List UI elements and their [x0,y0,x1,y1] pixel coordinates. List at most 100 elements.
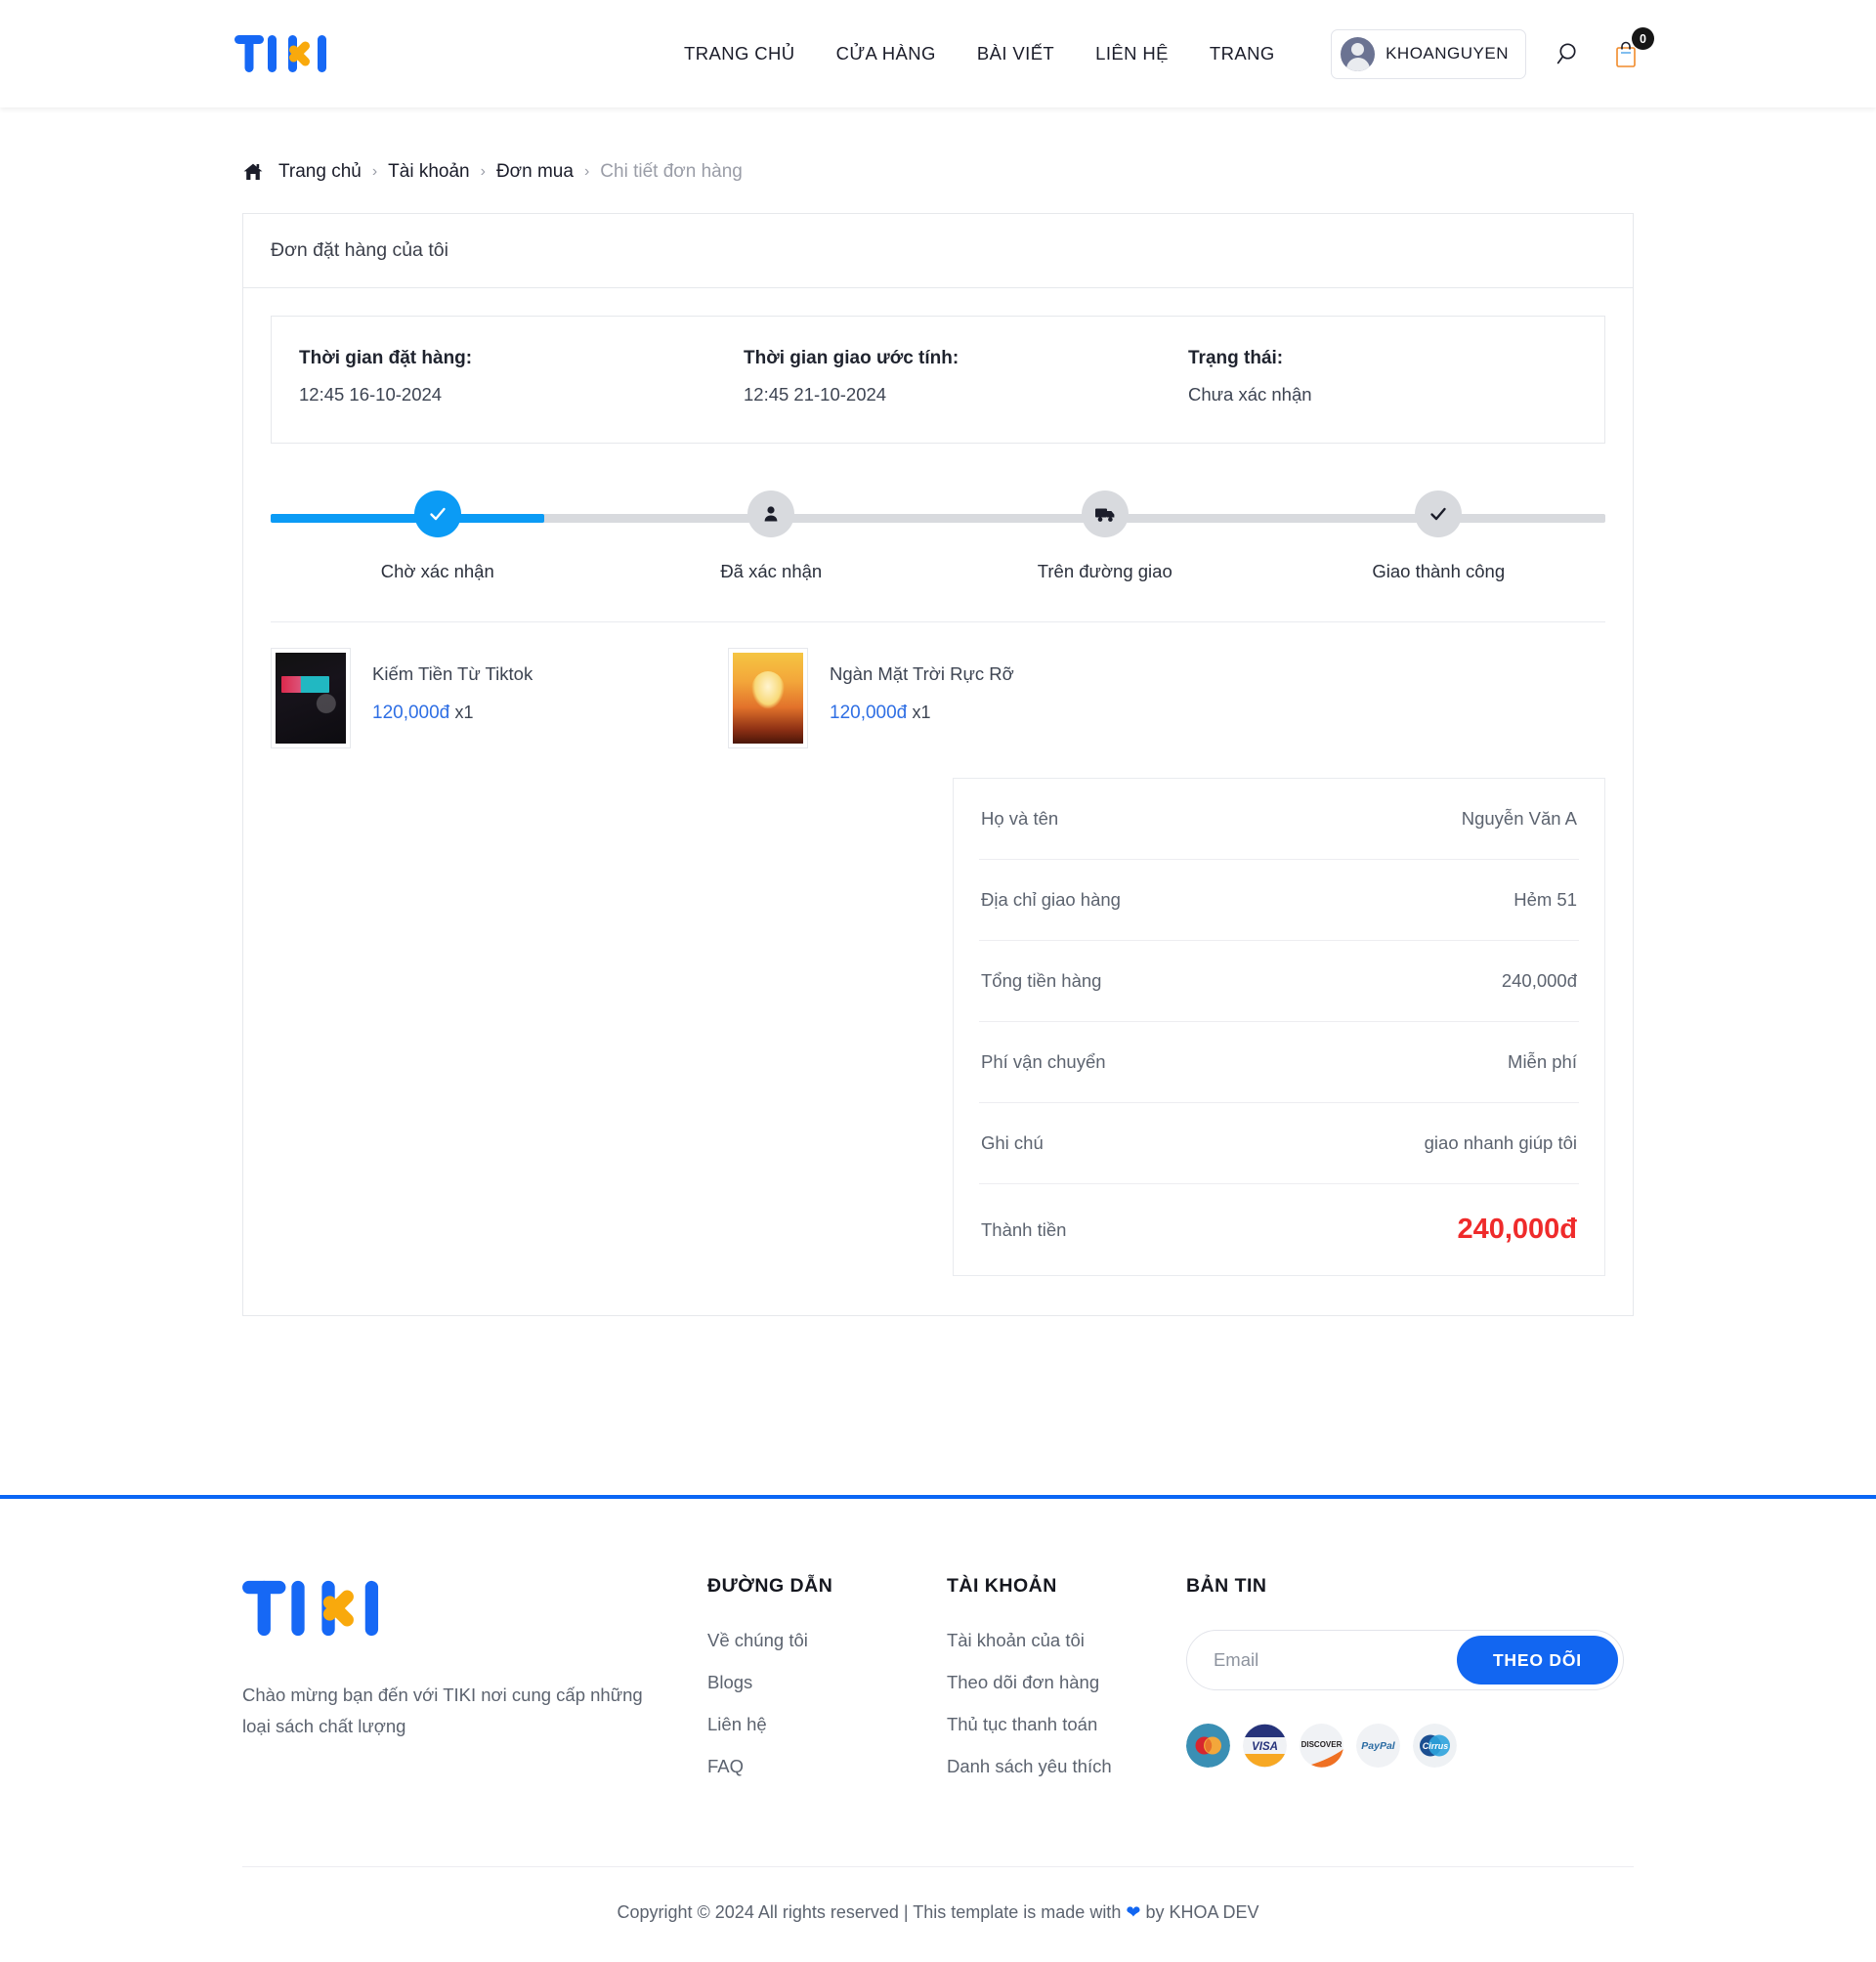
step-label: Chờ xác nhận [380,561,494,581]
footer-link-lien-he[interactable]: Liên hệ [707,1714,767,1734]
newsletter-subscribe-button[interactable]: THEO DÕI [1456,1636,1618,1685]
svg-text:VISA: VISA [1252,1741,1278,1753]
summary-label: Ghi chú [981,1132,1044,1153]
footer-brand-description: Chào mừng bạn đến với TIKI nơi cung cấp … [242,1685,643,1736]
step-cho-xac-nhan: Chờ xác nhận [271,490,605,582]
user-account-button[interactable]: KHOANGUYEN [1331,28,1526,79]
newsletter-email-input[interactable] [1191,1649,1457,1671]
summary-label: Phí vận chuyển [981,1051,1106,1072]
meta-value: 12:45 16-10-2024 [299,384,443,405]
order-item[interactable]: Kiếm Tiền Từ Tiktok 120,000đ x1 [271,648,728,748]
step-bullet [1415,490,1463,537]
product-quantity: x1 [912,703,931,722]
mastercard-icon [1185,1724,1230,1768]
order-meta-estimated-delivery: Thời gian giao ước tính: 12:45 21-10-202… [716,348,1161,405]
breadcrumb-item-tai-khoan[interactable]: Tài khoản [388,161,469,183]
breadcrumb-separator: › [480,163,486,180]
footer-link-theo-doi-don-hang[interactable]: Theo dõi đơn hàng [947,1672,1099,1692]
breadcrumb-separator: › [371,163,378,180]
footer-newsletter-title: BẢN TIN [1185,1575,1267,1597]
product-price: 120,000đ x1 [372,703,533,724]
order-summary-table: Họ và tên Nguyễn Văn A Địa chỉ giao hàng… [953,778,1605,1276]
footer-link-danh-sach-yeu-thich[interactable]: Danh sách yêu thích [947,1756,1112,1776]
step-bullet [1081,490,1129,537]
search-icon [1556,43,1576,64]
avatar [1341,36,1376,71]
cart-count-badge: 0 [1632,27,1654,50]
footer-logo[interactable] [242,1575,707,1646]
summary-label: Địa chỉ giao hàng [981,889,1121,910]
nav-item-trang[interactable]: TRANG [1210,43,1275,64]
nav-item-bai-viet[interactable]: BÀI VIẾT [977,43,1054,64]
cart-button[interactable]: 0 [1612,27,1654,69]
meta-label: Thời gian đặt hàng: [299,348,473,368]
order-card-title: Đơn đặt hàng của tôi [243,214,1633,288]
status-badge: Chưa xác nhận [1188,384,1312,405]
nav-item-lien-he[interactable]: LIÊN HỆ [1095,43,1169,64]
product-thumbnail [728,648,808,748]
order-item[interactable]: Ngàn Mặt Trời Rực Rỡ 120,000đ x1 [728,648,1185,748]
step-bullet [413,490,461,537]
summary-label: Tổng tiền hàng [981,970,1102,991]
footer-account-title: TÀI KHOẢN [946,1575,1057,1597]
cirrus-icon: Cirrus [1412,1724,1457,1768]
order-meta-status: Trạng thái: Chưa xác nhận [1161,348,1312,405]
order-items-list: Kiếm Tiền Từ Tiktok 120,000đ x1 Ngàn Mặt… [271,622,1605,748]
breadcrumb-separator: › [583,163,590,180]
order-progress-stepper: Chờ xác nhận Đã xác nhận Trên đường giao… [271,490,1605,622]
footer-links-title: ĐƯỜNG DẪN [707,1575,833,1597]
product-title: Kiếm Tiền Từ Tiktok [372,663,533,684]
product-price-value: 120,000đ [830,703,908,723]
order-meta-placed-time: Thời gian đặt hàng: 12:45 16-10-2024 [272,348,716,405]
footer-link-tai-khoan-cua-toi[interactable]: Tài khoản của tôi [947,1630,1085,1650]
person-icon [764,506,778,522]
step-tren-duong-giao: Trên đường giao [938,490,1272,582]
main-navigation: TRANG CHỦ CỬA HÀNG BÀI VIẾT LIÊN HỆ TRAN… [684,43,1275,64]
footer-links-column: ĐƯỜNG DẪN Về chúng tôi Blogs Liên hệ FAQ [707,1575,947,1798]
site-footer: Chào mừng bạn đến với TIKI nơi cung cấp … [0,1499,1876,1798]
nav-item-cua-hang[interactable]: CỬA HÀNG [836,43,936,64]
svg-text:Cirrus: Cirrus [1423,1741,1449,1751]
product-quantity: x1 [454,703,474,722]
check-icon [1430,507,1446,521]
product-thumbnail [271,648,351,748]
footer-link-blogs[interactable]: Blogs [707,1672,752,1692]
copyright-text: Copyright © 2024 All rights reserved | T… [617,1902,1122,1922]
svg-text:DISCOVER: DISCOVER [1301,1740,1343,1749]
footer-link-ve-chung-toi[interactable]: Về chúng tôi [707,1630,808,1650]
nav-item-trang-chu[interactable]: TRANG CHỦ [684,43,795,64]
breadcrumb-item-current: Chi tiết đơn hàng [600,161,743,182]
summary-value: Nguyễn Văn A [1461,808,1577,829]
user-name-label: KHOANGUYEN [1386,44,1509,63]
search-button[interactable] [1556,40,1583,67]
order-detail-card: Đơn đặt hàng của tôi Thời gian đặt hàng:… [242,213,1634,1316]
summary-value: Miễn phí [1508,1051,1577,1072]
breadcrumb: Trang chủ › Tài khoản › Đơn mua › Chi ti… [0,107,1876,183]
step-da-xac-nhan: Đã xác nhận [605,490,939,582]
site-logo[interactable] [234,31,332,76]
summary-label: Họ và tên [981,808,1059,829]
site-header: TRANG CHỦ CỬA HÀNG BÀI VIẾT LIÊN HỆ TRAN… [0,0,1876,107]
tiki-logo-icon [234,35,326,72]
footer-link-faq[interactable]: FAQ [707,1756,744,1776]
summary-row-note: Ghi chú giao nhanh giúp tôi [979,1103,1579,1184]
breadcrumb-item-don-mua[interactable]: Đơn mua [496,161,574,183]
summary-value: Hẻm 51 [1514,889,1577,910]
step-bullet [747,490,795,537]
footer-link-thu-tuc-thanh-toan[interactable]: Thủ tục thanh toán [947,1714,1097,1734]
summary-label: Thành tiền [981,1218,1067,1240]
summary-row-address: Địa chỉ giao hàng Hẻm 51 [979,860,1579,941]
step-label: Trên đường giao [1037,561,1172,581]
discover-icon: DISCOVER [1299,1724,1343,1768]
summary-row-name: Họ và tên Nguyễn Văn A [979,779,1579,860]
summary-value: 240,000đ [1501,970,1577,991]
summary-value: giao nhanh giúp tôi [1424,1132,1577,1153]
breadcrumb-item-trang-chu[interactable]: Trang chủ [278,161,362,183]
svg-text:PayPal: PayPal [1361,1740,1396,1752]
summary-total-value: 240,000đ [1457,1214,1577,1245]
heart-icon: ❤ [1126,1902,1141,1922]
footer-newsletter-column: BẢN TIN THEO DÕI [1185,1575,1634,1798]
footer-account-column: TÀI KHOẢN Tài khoản của tôi Theo dõi đơn… [947,1575,1186,1798]
payment-methods: VISA DISCOVER PayPal Cirrus [1185,1724,1634,1768]
visa-icon: VISA [1242,1724,1287,1768]
